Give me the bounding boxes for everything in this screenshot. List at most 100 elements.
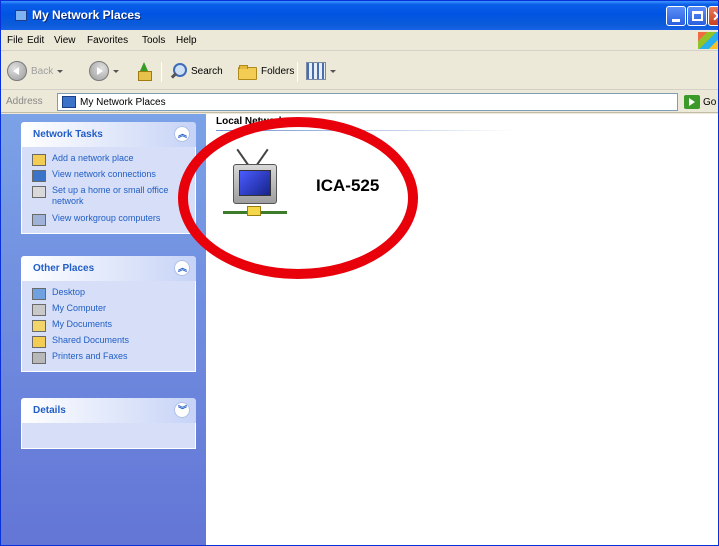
other-places-panel: Other Places ︽ Desktop My Computer My Do… xyxy=(21,256,196,372)
address-input[interactable]: My Network Places xyxy=(57,93,678,111)
place-label: Shared Documents xyxy=(52,335,130,345)
network-tasks-title: Network Tasks xyxy=(33,129,103,140)
network-places-icon xyxy=(62,96,76,108)
other-places-title: Other Places xyxy=(33,263,95,274)
task-label: View workgroup computers xyxy=(52,213,161,223)
close-button[interactable]: ✕ xyxy=(708,6,718,26)
go-button[interactable]: Go xyxy=(703,97,716,108)
windows-logo-icon xyxy=(698,32,718,49)
file-list-view: Local Network ICA-525 xyxy=(206,114,718,545)
chevron-up-icon: ︽ xyxy=(178,263,188,273)
network-tasks-header[interactable]: Network Tasks ︽ xyxy=(21,122,196,147)
place-my-documents[interactable]: My Documents xyxy=(22,319,195,335)
place-label: Printers and Faxes xyxy=(52,351,128,361)
toolbar-separator xyxy=(161,62,162,82)
details-body xyxy=(21,423,196,449)
toolbar-separator xyxy=(297,62,298,82)
place-desktop[interactable]: Desktop xyxy=(22,287,195,303)
forward-dropdown-icon[interactable] xyxy=(113,69,119,73)
printer-icon xyxy=(32,352,46,364)
views-button[interactable] xyxy=(306,60,336,82)
place-label: My Computer xyxy=(52,303,107,313)
menu-view[interactable]: View xyxy=(54,35,76,46)
task-setup-home-network[interactable]: Set up a home or small office network xyxy=(22,185,195,213)
collapse-button[interactable]: ︽ xyxy=(174,126,190,142)
expand-button[interactable]: ︾ xyxy=(174,402,190,418)
explorer-window: My Network Places ✕ File Edit View Favor… xyxy=(0,0,719,546)
window-title: My Network Places xyxy=(32,8,141,22)
task-view-network-connections[interactable]: View network connections xyxy=(22,169,195,185)
chevron-up-icon: ︽ xyxy=(178,129,188,139)
back-button[interactable]: Back xyxy=(7,60,64,82)
shared-documents-icon xyxy=(32,336,46,348)
forward-arrow-icon xyxy=(89,61,109,81)
menu-favorites[interactable]: Favorites xyxy=(87,35,128,46)
other-places-header[interactable]: Other Places ︽ xyxy=(21,256,196,281)
search-icon xyxy=(169,62,187,80)
details-title: Details xyxy=(33,405,66,416)
menu-file[interactable]: File xyxy=(7,35,23,46)
back-label: Back xyxy=(31,65,54,77)
task-view-workgroup-computers[interactable]: View workgroup computers xyxy=(22,213,195,229)
group-divider xyxy=(216,130,516,131)
go-arrow-icon[interactable] xyxy=(684,95,700,109)
folders-button[interactable]: Folders xyxy=(237,60,294,82)
place-label: Desktop xyxy=(52,287,86,297)
place-printers-and-faxes[interactable]: Printers and Faxes xyxy=(22,351,195,367)
up-button[interactable] xyxy=(135,60,153,82)
minimize-button[interactable] xyxy=(666,6,686,26)
address-label: Address xyxy=(6,96,43,107)
menu-edit[interactable]: Edit xyxy=(27,35,44,46)
place-shared-documents[interactable]: Shared Documents xyxy=(22,335,195,351)
my-documents-icon xyxy=(32,320,46,332)
network-tasks-body: Add a network place View network connect… xyxy=(21,147,196,234)
menu-help[interactable]: Help xyxy=(176,35,197,46)
network-places-icon xyxy=(15,10,27,21)
standard-toolbar: Back Search Folders xyxy=(1,52,718,90)
details-header[interactable]: Details ︾ xyxy=(21,398,196,423)
network-connector-icon xyxy=(247,206,261,216)
place-my-computer[interactable]: My Computer xyxy=(22,303,195,319)
network-computer-icon xyxy=(223,140,287,218)
workgroup-icon xyxy=(32,214,46,226)
collapse-button[interactable]: ︽ xyxy=(174,260,190,276)
back-dropdown-icon[interactable] xyxy=(57,69,64,73)
monitor-icon xyxy=(233,164,277,204)
task-pane: Network Tasks ︽ Add a network place View… xyxy=(1,114,206,545)
add-network-place-icon xyxy=(32,154,46,166)
other-places-body: Desktop My Computer My Documents Shared … xyxy=(21,281,196,372)
search-label: Search xyxy=(191,65,223,77)
network-connections-icon xyxy=(32,170,46,182)
chevron-down-icon: ︾ xyxy=(178,405,188,415)
my-computer-icon xyxy=(32,304,46,316)
forward-button[interactable] xyxy=(89,60,119,82)
minimize-icon xyxy=(672,19,680,22)
task-label: Add a network place xyxy=(52,153,134,163)
place-label: My Documents xyxy=(52,319,113,329)
task-label: View network connections xyxy=(52,169,156,179)
address-value: My Network Places xyxy=(80,97,166,108)
computer-name: ICA-525 xyxy=(316,176,380,195)
address-bar: Address My Network Places Go xyxy=(1,91,718,113)
task-label: Set up a home or small office network xyxy=(52,185,169,206)
maximize-button[interactable] xyxy=(687,6,707,26)
home-network-icon xyxy=(32,186,46,198)
task-add-network-place[interactable]: Add a network place xyxy=(22,153,195,169)
folders-label: Folders xyxy=(261,65,295,77)
desktop-icon xyxy=(32,288,46,300)
monitor-screen xyxy=(239,170,271,196)
maximize-icon xyxy=(692,11,703,21)
group-header: Local Network xyxy=(216,116,285,127)
network-computer-item[interactable]: ICA-525 xyxy=(223,140,413,230)
network-tasks-panel: Network Tasks ︽ Add a network place View… xyxy=(21,122,196,234)
search-button[interactable]: Search xyxy=(169,60,223,82)
menu-bar: File Edit View Favorites Tools Help xyxy=(1,30,718,51)
up-folder-icon xyxy=(135,62,153,81)
folders-icon xyxy=(237,62,257,80)
back-arrow-icon xyxy=(7,61,27,81)
menu-tools[interactable]: Tools xyxy=(142,35,165,46)
views-dropdown-icon[interactable] xyxy=(330,69,336,73)
views-icon xyxy=(306,62,326,80)
close-icon: ✕ xyxy=(712,9,718,23)
title-bar[interactable]: My Network Places ✕ xyxy=(1,1,718,30)
